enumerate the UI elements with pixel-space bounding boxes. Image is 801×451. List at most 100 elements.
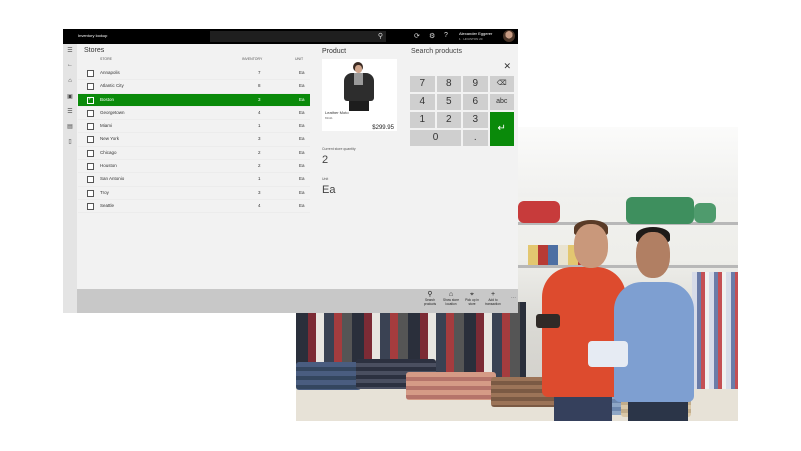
settings-icon[interactable]: ▯ bbox=[65, 138, 75, 145]
home-icon[interactable]: ⌂ bbox=[65, 78, 75, 84]
key-3[interactable]: 3 bbox=[463, 112, 488, 128]
column-header-unit[interactable]: UNIT bbox=[295, 57, 303, 61]
backspace-key[interactable]: ⌫ bbox=[489, 76, 514, 92]
global-search-input[interactable]: ⚲ bbox=[210, 31, 386, 42]
more-icon[interactable]: ⋯ bbox=[511, 295, 516, 301]
store-row[interactable]: New York 3 Ea bbox=[78, 133, 310, 147]
store-row[interactable]: Houston 2 Ea bbox=[78, 160, 310, 174]
store-row[interactable]: Georgetown 4 Ea bbox=[78, 107, 310, 121]
abc-key[interactable]: abc bbox=[489, 94, 514, 110]
store-unit: Ea bbox=[299, 202, 305, 208]
key-7[interactable]: 7 bbox=[410, 76, 435, 92]
key-4[interactable]: 4 bbox=[410, 94, 435, 110]
store-row-checkbox[interactable] bbox=[87, 189, 94, 197]
store-inventory: 3 bbox=[258, 136, 261, 142]
store-row-checkbox[interactable] bbox=[87, 109, 94, 117]
store-inventory: 8 bbox=[258, 83, 261, 89]
store-row-checkbox[interactable] bbox=[87, 83, 94, 91]
store-row-checkbox[interactable] bbox=[87, 202, 94, 210]
product-card[interactable]: Leather Moto 81111 $299.95 bbox=[322, 59, 397, 131]
photo-person-head bbox=[574, 224, 608, 268]
store-name: Annapolis bbox=[100, 70, 120, 75]
store-row[interactable]: Annapolis 7 Ea bbox=[78, 67, 310, 81]
settings-icon[interactable]: ⚙ bbox=[429, 32, 435, 40]
pick-up-in-store-button[interactable]: ⌖ Pick up in store bbox=[462, 291, 482, 307]
product-title: Product bbox=[322, 48, 347, 55]
search-products-panel: Search products ✕ 7 8 9 ⌫ 4 5 6 abc 1 2 3 ↵ 0. bbox=[400, 44, 518, 289]
store-inventory: 7 bbox=[258, 70, 261, 75]
store-row-checkbox[interactable] bbox=[87, 123, 94, 131]
photo-clothes-pile bbox=[406, 372, 496, 400]
customers-icon[interactable]: ☰ bbox=[65, 108, 75, 115]
user-name[interactable]: Alexander Eggerer bbox=[459, 31, 492, 36]
key-6[interactable]: 6 bbox=[463, 94, 488, 110]
action-label: Add to transaction bbox=[485, 298, 501, 306]
refresh-icon[interactable]: ⟳ bbox=[414, 32, 420, 40]
store-unit: Ea bbox=[299, 109, 305, 115]
column-header-store[interactable]: STORE bbox=[100, 57, 112, 61]
product-id: 81111 bbox=[325, 116, 333, 120]
menu-icon[interactable]: ☰ bbox=[65, 47, 75, 54]
photo-green-bag bbox=[694, 203, 716, 223]
avatar[interactable] bbox=[503, 30, 515, 42]
store-row-checkbox[interactable] bbox=[87, 136, 94, 144]
store-row[interactable]: San Antonio 1 Ea bbox=[78, 173, 310, 187]
products-icon[interactable]: ▣ bbox=[65, 93, 75, 100]
photo-clothes-pile bbox=[296, 362, 361, 390]
store-row[interactable]: Seattle 4 Ea bbox=[78, 200, 310, 214]
key-5[interactable]: 5 bbox=[436, 94, 461, 110]
store-name: Troy bbox=[100, 189, 109, 195]
unit-label: Unit bbox=[322, 177, 329, 181]
photo-green-bag bbox=[626, 197, 694, 224]
key-9[interactable]: 9 bbox=[463, 76, 488, 92]
store-unit: Ea bbox=[299, 136, 305, 142]
decimal-key[interactable]: . bbox=[463, 130, 488, 146]
show-store-location-button[interactable]: ⌂ Show store location bbox=[441, 291, 461, 307]
photo-red-bag bbox=[518, 201, 560, 223]
action-label: Show store location bbox=[443, 298, 459, 306]
store-name: Seattle bbox=[100, 202, 115, 208]
store-unit: Ea bbox=[299, 163, 305, 169]
store-name: Boston bbox=[100, 96, 115, 102]
store-row[interactable]: Atlantic City 8 Ea bbox=[78, 80, 310, 94]
orders-icon[interactable]: ▤ bbox=[65, 123, 75, 130]
unit-value: Ea bbox=[322, 184, 336, 196]
store-row-checkbox[interactable] bbox=[87, 149, 94, 157]
search-products-button[interactable]: ⚲ Search products bbox=[420, 291, 440, 307]
store-unit: Ea bbox=[299, 189, 305, 195]
store-unit: Ea bbox=[299, 83, 305, 89]
photo-shelf bbox=[516, 265, 738, 268]
help-icon[interactable]: ? bbox=[444, 32, 448, 39]
store-row[interactable]: Chicago 2 Ea bbox=[78, 147, 310, 161]
enter-key[interactable]: ↵ bbox=[489, 112, 514, 146]
store-row[interactable]: Troy 3 Ea bbox=[78, 187, 310, 200]
key-2[interactable]: 2 bbox=[436, 112, 461, 128]
search-icon[interactable]: ⚲ bbox=[378, 32, 383, 40]
add-to-transaction-button[interactable]: + Add to transaction bbox=[483, 291, 503, 307]
store-name: San Antonio bbox=[100, 176, 125, 182]
key-0[interactable]: 0 bbox=[410, 130, 461, 146]
column-header-inventory[interactable]: INVENTORY bbox=[242, 57, 262, 61]
pos-app-window: Inventory lookup ⚲ ⟳ ⚙ ? Alexander Egger… bbox=[63, 29, 518, 313]
quantity-value: 2 bbox=[322, 154, 329, 166]
photo-person-head bbox=[636, 232, 670, 278]
key-8[interactable]: 8 bbox=[436, 76, 461, 92]
store-row[interactable]: Boston 3 Ea bbox=[78, 93, 310, 107]
store-row-checkbox[interactable] bbox=[87, 70, 94, 77]
store-inventory: 3 bbox=[258, 189, 261, 195]
user-store: 1 · HOUSTON 20 bbox=[459, 37, 483, 41]
store-row-checkbox[interactable] bbox=[87, 96, 94, 104]
store-row-checkbox[interactable] bbox=[87, 163, 94, 171]
store-row[interactable]: Miami 1 Ea bbox=[78, 120, 310, 134]
store-inventory: 1 bbox=[258, 123, 261, 129]
store-name: Georgetown bbox=[100, 109, 125, 115]
product-price: $299.95 bbox=[372, 125, 394, 131]
store-name: Chicago bbox=[100, 149, 117, 155]
key-1[interactable]: 1 bbox=[410, 112, 435, 128]
photo-held-shirt bbox=[588, 341, 628, 367]
store-unit: Ea bbox=[299, 123, 305, 129]
back-icon[interactable]: ← bbox=[65, 62, 75, 68]
store-row-checkbox[interactable] bbox=[87, 176, 94, 184]
close-icon[interactable]: ✕ bbox=[503, 61, 511, 72]
store-inventory: 4 bbox=[258, 109, 261, 115]
